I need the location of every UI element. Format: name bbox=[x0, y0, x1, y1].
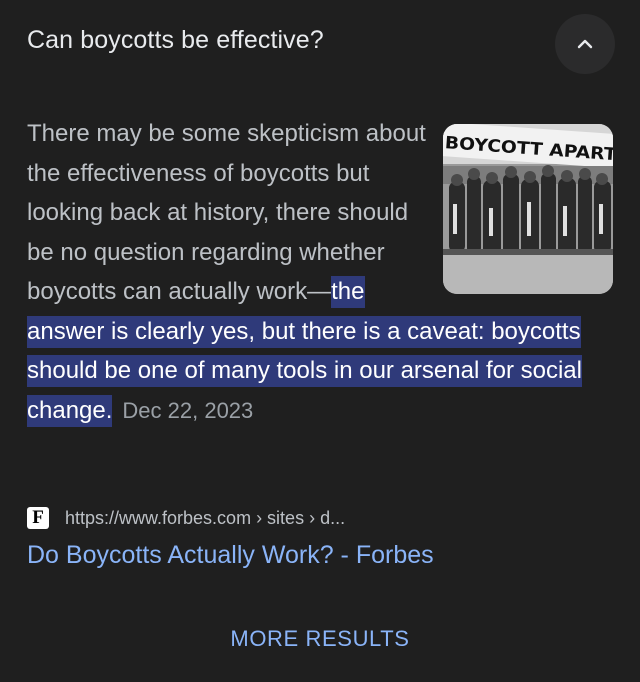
forbes-favicon-icon: F bbox=[27, 507, 49, 529]
source-row[interactable]: F https://www.forbes.com › sites › d... bbox=[27, 504, 345, 532]
answer-snippet: BOYCOTT APART There may be some skeptici… bbox=[27, 114, 617, 430]
answer-date: Dec 22, 2023 bbox=[122, 397, 254, 423]
question-row[interactable]: Can boycotts be effective? bbox=[0, 0, 640, 88]
collapse-button[interactable] bbox=[555, 14, 615, 74]
featured-snippet-card: Can boycotts be effective? BOYCOTT APART bbox=[0, 0, 640, 682]
chevron-up-icon bbox=[577, 39, 593, 49]
boycott-protest-photo: BOYCOTT APART bbox=[443, 124, 613, 294]
answer-text: There may be some skepticism about the e… bbox=[27, 120, 426, 305]
question-text: Can boycotts be effective? bbox=[27, 26, 324, 54]
snippet-image[interactable]: BOYCOTT APART bbox=[443, 124, 613, 294]
source-url[interactable]: https://www.forbes.com › sites › d... bbox=[65, 508, 345, 529]
more-results-button[interactable]: MORE RESULTS bbox=[0, 626, 640, 652]
result-title-link[interactable]: Do Boycotts Actually Work? - Forbes bbox=[27, 541, 434, 570]
